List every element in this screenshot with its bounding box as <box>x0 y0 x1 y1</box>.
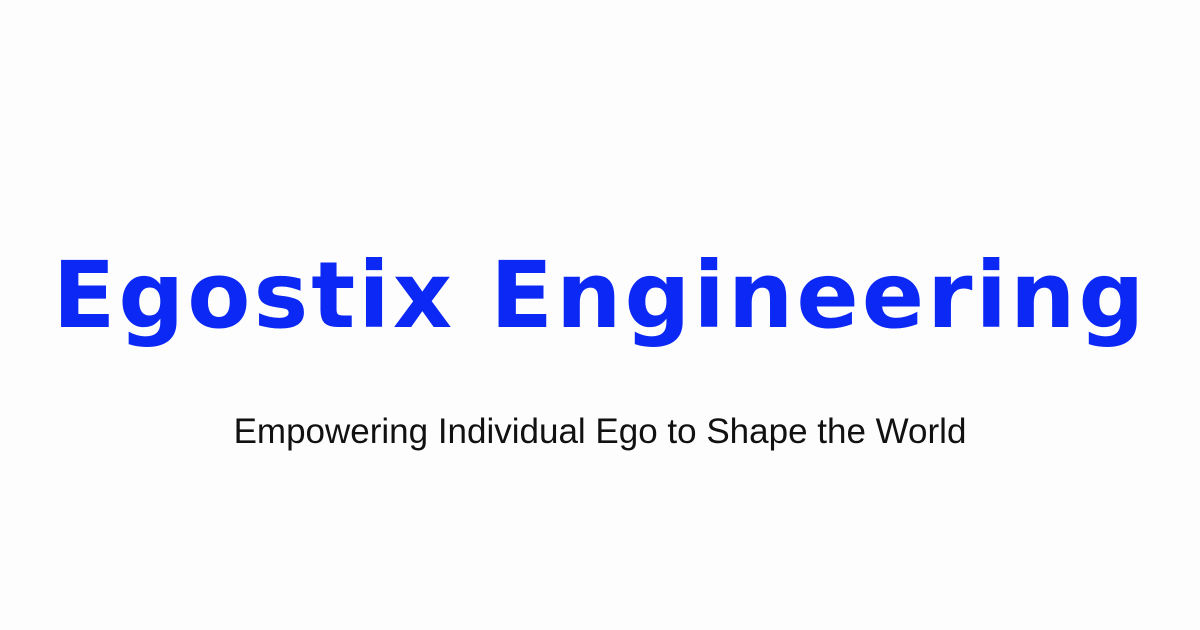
brand-title: Egostix Engineering <box>52 242 1148 349</box>
tagline: Empowering Individual Ego to Shape the W… <box>233 412 967 451</box>
banner: Egostix Engineering Empowering Individua… <box>0 0 1200 630</box>
